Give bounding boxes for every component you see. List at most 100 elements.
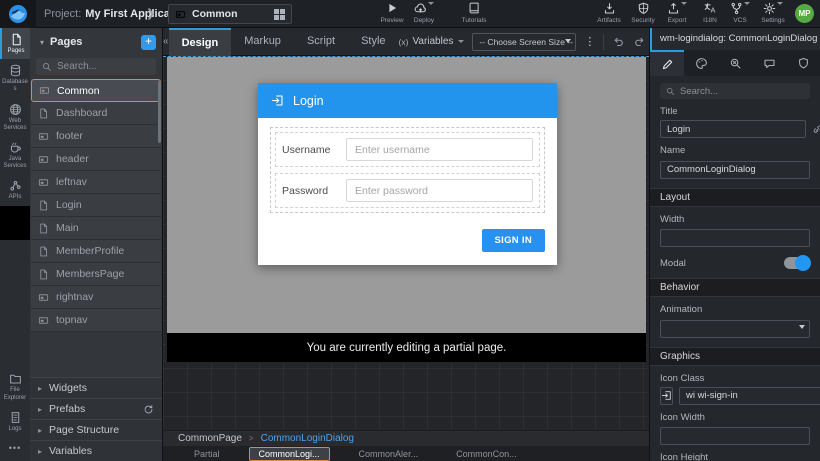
icon-width-input[interactable] bbox=[660, 427, 810, 445]
page-list-item[interactable]: Login bbox=[31, 194, 161, 217]
page-list-item[interactable]: header bbox=[31, 148, 161, 171]
properties-search[interactable] bbox=[660, 83, 810, 99]
page-selector-value: Common bbox=[192, 8, 268, 20]
page-selector-dropdown[interactable]: Common bbox=[168, 4, 292, 24]
page-list-item[interactable]: topnav bbox=[31, 309, 161, 332]
rail-item-file-explorer[interactable]: File Explorer bbox=[0, 367, 30, 405]
canvas-mode-tab[interactable]: Markup bbox=[231, 28, 294, 56]
rail-item-java-services[interactable]: Java Services bbox=[0, 136, 30, 174]
undo-button[interactable] bbox=[612, 35, 625, 48]
page-list-item[interactable]: MembersPage bbox=[31, 263, 161, 286]
page-list-item[interactable]: MemberProfile bbox=[31, 240, 161, 263]
deploy-button[interactable]: Deploy bbox=[406, 2, 442, 24]
page-list-item[interactable]: leftnav bbox=[31, 171, 161, 194]
form-field-row[interactable]: Username bbox=[275, 132, 540, 167]
scrollbar-thumb[interactable] bbox=[158, 81, 161, 143]
gear-icon bbox=[755, 2, 791, 16]
pages-search-input[interactable] bbox=[57, 61, 150, 72]
name-field-input[interactable] bbox=[660, 161, 810, 179]
field-input[interactable] bbox=[346, 179, 533, 202]
canvas-mode-tab[interactable]: Design bbox=[169, 28, 232, 56]
caret-down-icon bbox=[799, 325, 805, 329]
add-page-button[interactable]: + bbox=[141, 35, 156, 50]
grid-icon bbox=[274, 9, 285, 20]
section-widgets[interactable]: ▸ Widgets bbox=[30, 377, 162, 398]
preview-button[interactable]: Preview bbox=[374, 2, 410, 24]
behavior-section-header[interactable]: Behavior bbox=[650, 278, 820, 297]
design-canvas[interactable]: Login Username Password bbox=[163, 56, 649, 430]
rail-item-logs[interactable]: Logs bbox=[0, 406, 30, 437]
graphics-section-header[interactable]: Graphics bbox=[650, 347, 820, 366]
folder-icon bbox=[1, 372, 29, 385]
variables-button[interactable]: (x) Variables bbox=[399, 36, 465, 47]
api-nodes-icon bbox=[1, 179, 29, 192]
modal-field-label: Modal bbox=[660, 258, 686, 269]
partial-page-notice: You are currently editing a partial page… bbox=[167, 333, 646, 362]
icon-class-input[interactable] bbox=[679, 387, 820, 405]
upload-tray-icon bbox=[659, 2, 695, 16]
section-page-structure[interactable]: ▸ Page Structure bbox=[30, 419, 162, 440]
name-field-label: Name bbox=[660, 145, 810, 156]
tab-styles[interactable] bbox=[684, 50, 718, 76]
title-field-input[interactable] bbox=[660, 120, 806, 138]
bind-icon[interactable] bbox=[812, 124, 820, 135]
user-avatar[interactable]: MP bbox=[795, 4, 814, 23]
width-field-input[interactable] bbox=[660, 229, 810, 247]
rail-item-apis[interactable]: APIs bbox=[0, 174, 30, 205]
pages-panel-sections: ▸ Widgets ▸ Prefabs ▸ Page Structure ▸ V… bbox=[30, 377, 162, 461]
animation-select[interactable] bbox=[660, 318, 810, 338]
toolbar-separator bbox=[603, 34, 604, 50]
page-item-label: MemberProfile bbox=[56, 245, 124, 257]
page-list-item[interactable]: Main bbox=[31, 217, 161, 240]
breadcrumb-parent[interactable]: CommonPage bbox=[178, 433, 242, 444]
export-button[interactable]: Export bbox=[659, 2, 695, 24]
properties-search-input[interactable] bbox=[680, 86, 804, 97]
i18n-button[interactable]: A I18N bbox=[695, 2, 725, 24]
screen-size-dropdown[interactable]: -- Choose Screen Size -- bbox=[472, 33, 576, 51]
canvas-mode-tab[interactable]: Script bbox=[294, 28, 348, 56]
artifact-tab[interactable]: CommonAler... bbox=[350, 448, 428, 460]
security-button[interactable]: Security bbox=[627, 2, 659, 24]
form-field-row[interactable]: Password bbox=[275, 173, 540, 208]
animation-select-value[interactable] bbox=[660, 320, 810, 338]
rail-item-web-services[interactable]: Web Services bbox=[0, 98, 30, 136]
pages-search[interactable] bbox=[36, 58, 156, 75]
more-horizontal-icon[interactable]: ••• bbox=[0, 437, 30, 461]
app-logo[interactable] bbox=[0, 0, 36, 28]
breadcrumb-current[interactable]: CommonLoginDialog bbox=[261, 433, 354, 444]
sign-in-button[interactable]: SIGN IN bbox=[482, 229, 545, 252]
modal-toggle[interactable] bbox=[784, 257, 810, 269]
pencil-icon bbox=[661, 58, 674, 71]
vcs-button[interactable]: VCS bbox=[725, 2, 755, 24]
dialog-header[interactable]: Login bbox=[258, 83, 557, 118]
field-input[interactable] bbox=[346, 138, 533, 161]
settings-button[interactable]: Settings bbox=[755, 2, 791, 24]
page-list-item[interactable]: Common bbox=[31, 79, 161, 102]
refresh-icon[interactable] bbox=[143, 404, 154, 415]
redo-button[interactable] bbox=[633, 35, 646, 48]
tab-security[interactable] bbox=[786, 50, 820, 76]
artifact-tab[interactable]: CommonLogi... bbox=[249, 447, 330, 461]
artifacts-button[interactable]: Artifacts bbox=[591, 2, 627, 24]
tab-properties[interactable] bbox=[650, 50, 684, 76]
page-list-item[interactable]: Dashboard bbox=[31, 102, 161, 125]
tab-devices[interactable] bbox=[752, 50, 786, 76]
caret-down-icon[interactable]: ▾ bbox=[40, 38, 44, 47]
artifact-tab[interactable]: Partial bbox=[185, 448, 229, 460]
more-vertical-icon[interactable]: ⋮ bbox=[584, 35, 595, 48]
form-container[interactable]: Username Password bbox=[270, 127, 545, 213]
tutorials-button[interactable]: Tutorials bbox=[456, 2, 492, 24]
artifact-tab[interactable]: CommonCon... bbox=[447, 448, 526, 460]
login-dialog[interactable]: Login Username Password bbox=[258, 83, 557, 265]
section-prefabs[interactable]: ▸ Prefabs bbox=[30, 398, 162, 419]
rail-item-pages[interactable]: Pages bbox=[0, 28, 30, 59]
rail-item-databases[interactable]: Databases bbox=[0, 59, 30, 97]
page-list-item[interactable]: rightnav bbox=[31, 286, 161, 309]
search-icon bbox=[666, 87, 675, 96]
canvas-mode-tab[interactable]: Style bbox=[348, 28, 398, 56]
layout-section-header[interactable]: Layout bbox=[650, 188, 820, 207]
section-variables[interactable]: ▸ Variables bbox=[30, 440, 162, 461]
pages-panel-title: Pages bbox=[50, 36, 135, 48]
page-list-item[interactable]: footer bbox=[31, 125, 161, 148]
tab-events[interactable] bbox=[718, 50, 752, 76]
